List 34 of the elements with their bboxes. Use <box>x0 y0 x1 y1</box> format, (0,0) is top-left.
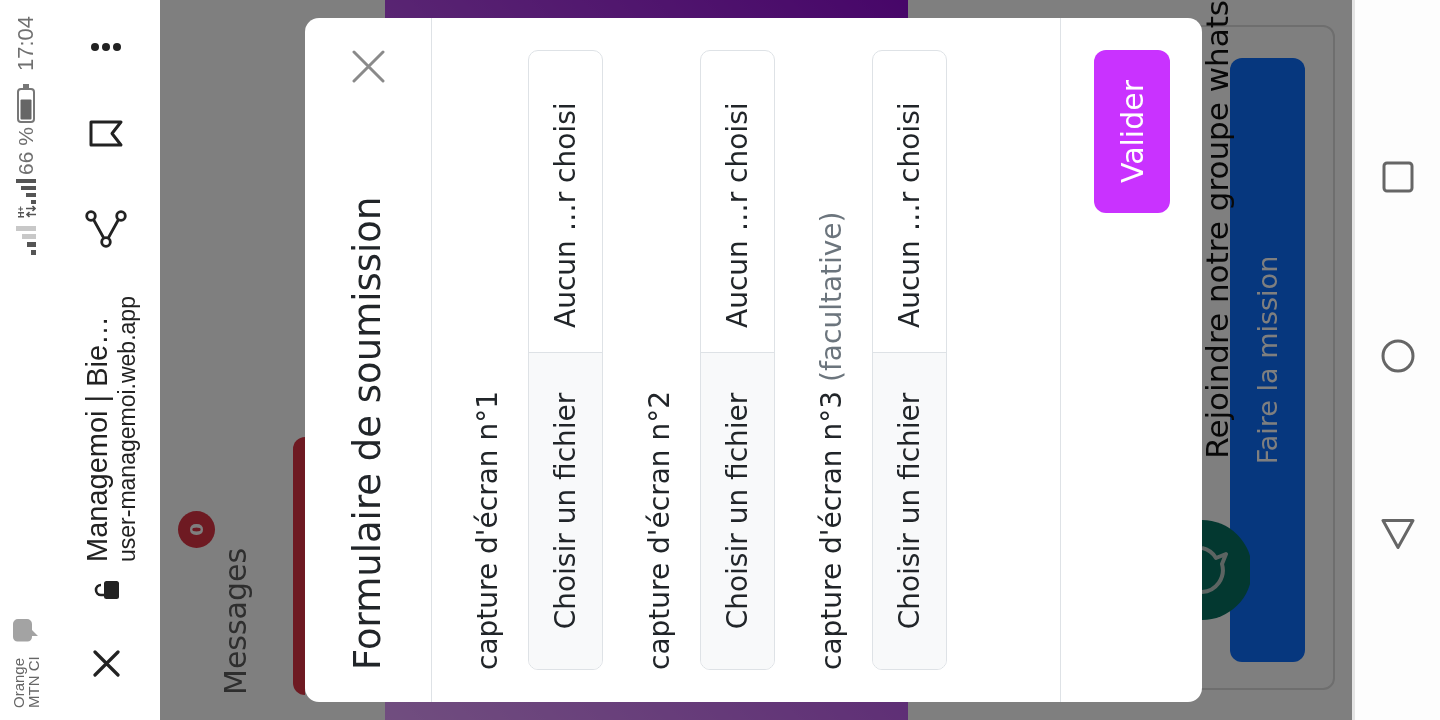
clock-text: 17:04 <box>14 16 38 72</box>
submit-button[interactable]: Valider <box>1094 50 1170 213</box>
home-icon[interactable] <box>1380 339 1415 373</box>
carrier-text: MTN CI <box>26 656 41 708</box>
data-arrows-icon <box>26 204 36 218</box>
page-title-text: Managemoi | Bie… <box>80 314 114 562</box>
field-label: capture d'écran n°2 <box>642 390 677 670</box>
field-label: capture d'écran n°1 <box>470 390 505 670</box>
field-label: capture d'écran n°3 <box>814 390 849 670</box>
file-name-text: Aucun …r choisi <box>891 102 927 330</box>
bookmark-icon[interactable] <box>88 119 124 148</box>
lock-icon <box>92 580 120 600</box>
close-icon[interactable] <box>92 650 120 677</box>
file-input-field[interactable]: Choisir un fichier Aucun …r choisi <box>528 50 603 670</box>
more-icon[interactable] <box>90 41 122 53</box>
url-text: user-managemoi.web.app <box>114 295 140 562</box>
file-name-text: Aucun …r choisi <box>547 102 583 330</box>
file-input-field[interactable]: Choisir un fichier Aucun …r choisi <box>700 50 775 670</box>
recents-icon[interactable] <box>1381 161 1414 193</box>
modal-title: Formulaire de soumission <box>346 196 390 670</box>
back-icon[interactable] <box>1380 518 1415 550</box>
network-type-text: H+ <box>16 206 26 218</box>
carrier-text: Orange <box>11 656 26 708</box>
tooltip-text: Rejoindre notre groupe whats <box>1201 0 1233 459</box>
optional-note-text: (facultative) <box>814 211 849 382</box>
signal-icon <box>16 178 36 204</box>
file-name-text: Aucun …r choisi <box>719 102 755 330</box>
share-icon[interactable] <box>85 210 127 248</box>
count-badge: 0 <box>178 511 215 548</box>
file-input-field[interactable]: Choisir un fichier Aucun …r choisi <box>872 50 947 670</box>
chat-button-icon[interactable] <box>1202 520 1250 620</box>
chat-bubble-icon <box>12 618 40 643</box>
battery-icon <box>16 83 36 124</box>
battery-percent-text: 66 % <box>14 127 38 175</box>
